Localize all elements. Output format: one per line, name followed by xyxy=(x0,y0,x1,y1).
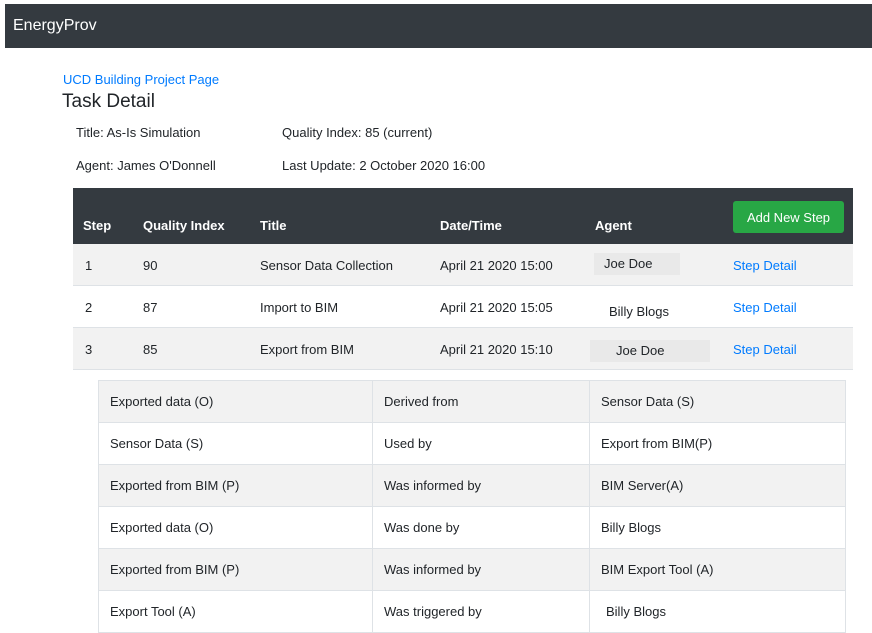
provenance-row: Sensor Data (S) Used by Export from BIM(… xyxy=(99,423,846,465)
task-title: Title: As-Is Simulation xyxy=(76,125,201,140)
table-row: 3 85 Export from BIM April 21 2020 15:10… xyxy=(73,328,853,370)
task-quality-index: Quality Index: 85 (current) xyxy=(282,125,433,140)
provenance-row: Exported data (O) Derived from Sensor Da… xyxy=(99,381,846,423)
provenance-table: Exported data (O) Derived from Sensor Da… xyxy=(98,380,846,633)
project-page-link[interactable]: UCD Building Project Page xyxy=(63,72,219,87)
header-step: Step xyxy=(83,218,112,233)
step-number: 3 xyxy=(85,342,93,357)
provenance-object: BIM Export Tool (A) xyxy=(590,549,846,591)
provenance-subject: Sensor Data (S) xyxy=(99,423,373,465)
task-agent: Agent: James O'Donnell xyxy=(76,158,216,173)
table-row: 1 90 Sensor Data Collection April 21 202… xyxy=(73,244,853,286)
provenance-object: Sensor Data (S) xyxy=(590,381,846,423)
provenance-subject: Export Tool (A) xyxy=(99,591,373,633)
provenance-subject: Exported data (O) xyxy=(99,381,373,423)
provenance-subject: Exported from BIM (P) xyxy=(99,549,373,591)
navbar: EnergyProv xyxy=(5,4,872,48)
step-agent: Joe Doe xyxy=(594,253,680,275)
provenance-relation: Was informed by xyxy=(373,465,590,507)
header-quality-index: Quality Index xyxy=(143,218,225,233)
step-number: 1 xyxy=(85,258,93,273)
step-quality: 87 xyxy=(143,300,158,315)
step-title: Import to BIM xyxy=(260,300,339,315)
step-datetime: April 21 2020 15:05 xyxy=(440,300,553,315)
provenance-row: Exported from BIM (P) Was informed by BI… xyxy=(99,549,846,591)
task-last-update: Last Update: 2 October 2020 16:00 xyxy=(282,158,486,173)
provenance-object: Export from BIM(P) xyxy=(590,423,846,465)
step-title: Export from BIM xyxy=(260,342,354,357)
provenance-subject: Exported data (O) xyxy=(99,507,373,549)
step-datetime: April 21 2020 15:00 xyxy=(440,258,553,273)
header-title: Title xyxy=(260,218,287,233)
add-new-step-button[interactable]: Add New Step xyxy=(733,201,844,233)
header-agent: Agent xyxy=(595,218,632,233)
provenance-object: BIM Server(A) xyxy=(590,465,846,507)
brand-logo[interactable]: EnergyProv xyxy=(13,17,97,34)
header-datetime: Date/Time xyxy=(440,218,502,233)
step-title: Sensor Data Collection xyxy=(260,258,393,273)
provenance-row: Exported from BIM (P) Was informed by BI… xyxy=(99,465,846,507)
provenance-row: Exported data (O) Was done by Billy Blog… xyxy=(99,507,846,549)
provenance-row: Export Tool (A) Was triggered by Billy B… xyxy=(99,591,846,633)
provenance-relation: Used by xyxy=(373,423,590,465)
provenance-relation: Was informed by xyxy=(373,549,590,591)
page-title: Task Detail xyxy=(62,91,155,112)
step-quality: 90 xyxy=(143,258,158,273)
provenance-relation: Was triggered by xyxy=(373,591,590,633)
provenance-subject: Exported from BIM (P) xyxy=(99,465,373,507)
step-datetime: April 21 2020 15:10 xyxy=(440,342,553,357)
step-number: 2 xyxy=(85,300,93,315)
step-agent: Billy Blogs xyxy=(609,304,669,319)
steps-table: Step Quality Index Title Date/Time Agent… xyxy=(73,188,853,370)
step-quality: 85 xyxy=(143,342,158,357)
provenance-relation: Was done by xyxy=(373,507,590,549)
steps-table-header: Step Quality Index Title Date/Time Agent… xyxy=(73,188,853,244)
provenance-relation: Derived from xyxy=(373,381,590,423)
step-detail-link[interactable]: Step Detail xyxy=(733,300,797,315)
provenance-object: Billy Blogs xyxy=(590,591,846,633)
table-row: 2 87 Import to BIM April 21 2020 15:05 B… xyxy=(73,286,853,328)
provenance-object: Billy Blogs xyxy=(590,507,846,549)
step-detail-link[interactable]: Step Detail xyxy=(733,258,797,273)
step-agent: Joe Doe xyxy=(590,340,710,362)
step-detail-link[interactable]: Step Detail xyxy=(733,342,797,357)
